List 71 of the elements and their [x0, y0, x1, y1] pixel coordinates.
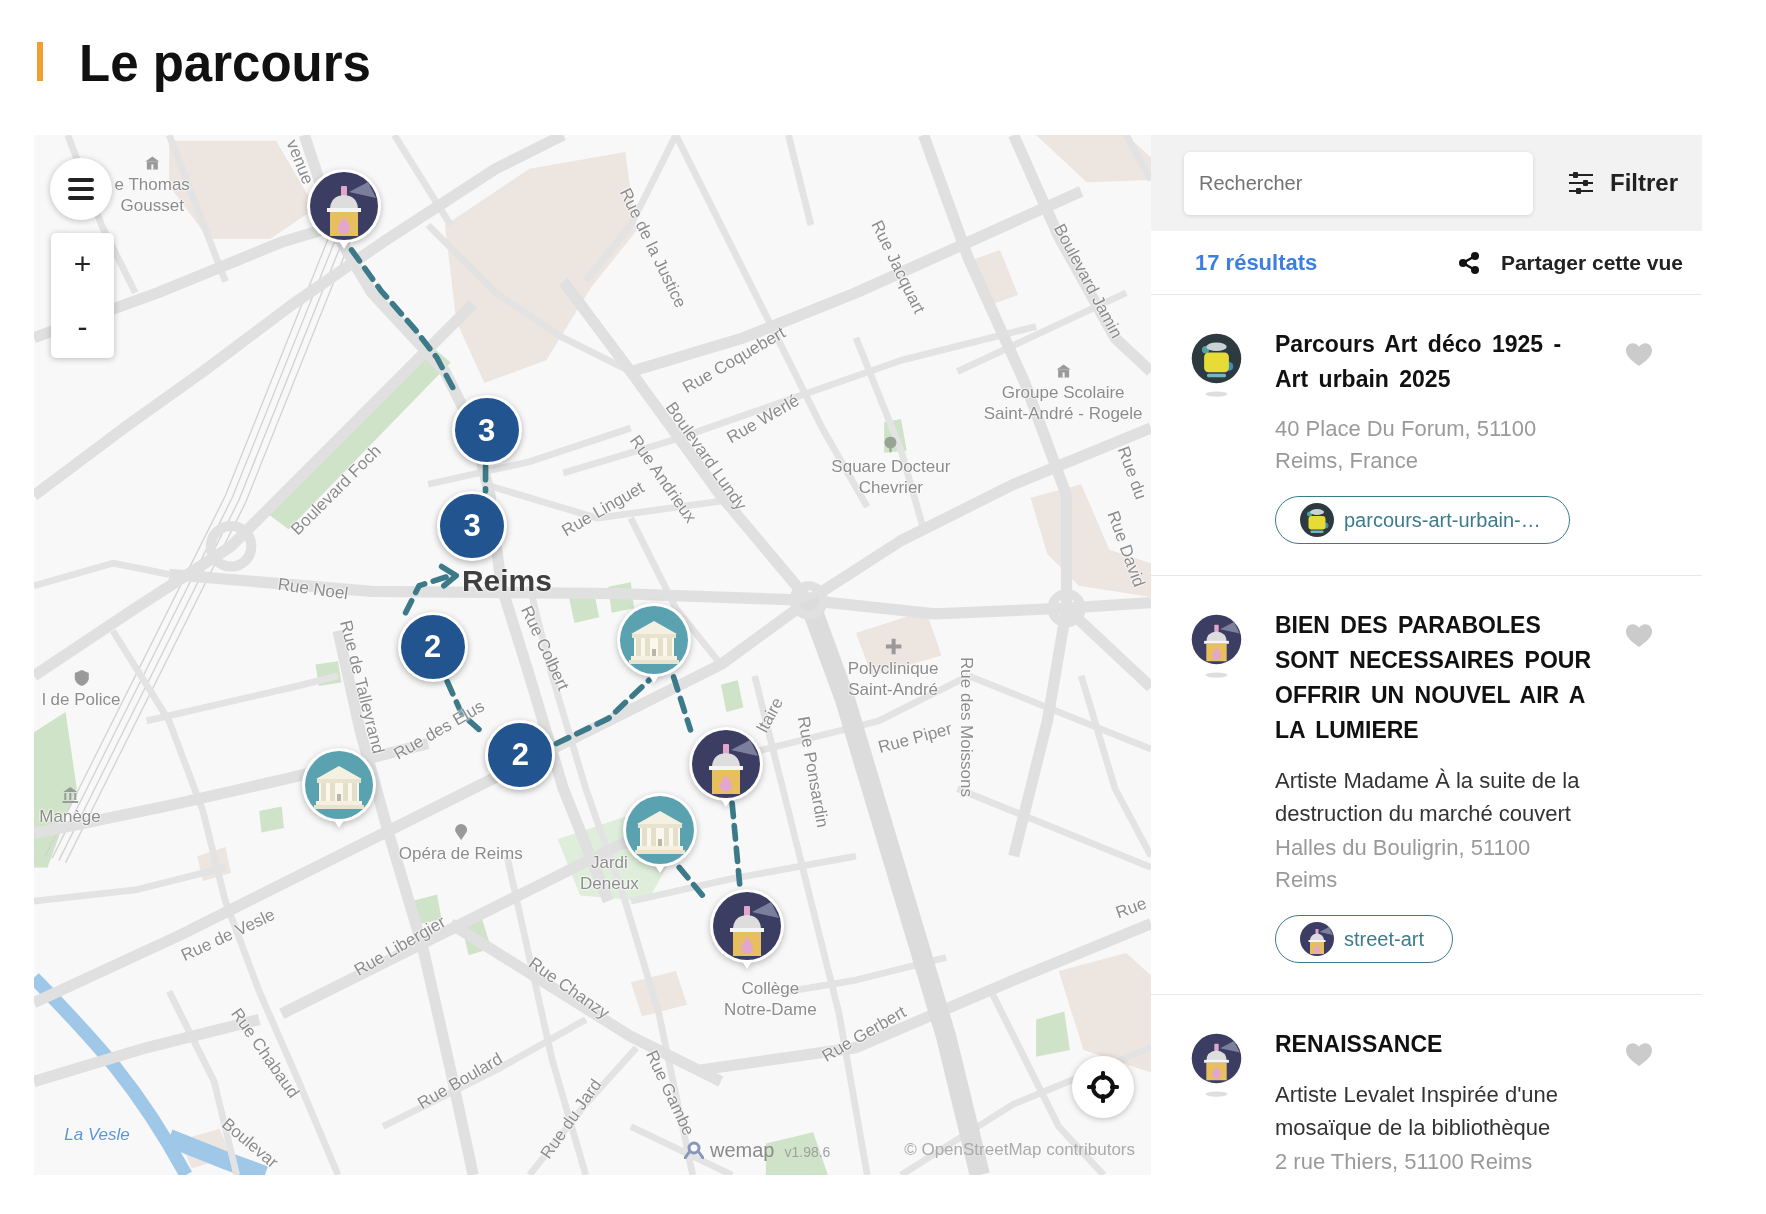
accent-bar — [37, 42, 43, 81]
park-area — [1036, 1011, 1070, 1057]
result-address: Halles du Bouligrin, 51100 Reims — [1275, 834, 1532, 894]
place-label: Polyclinique Saint-André — [847, 657, 939, 700]
result-title[interactable]: Parcours Art déco 1925 - Art urbain 2025 — [1275, 327, 1593, 397]
result-address: 2 rue Thiers, 51100 Reims — [1275, 1148, 1534, 1176]
map-credit: © OpenStreetMap contributors — [904, 1140, 1135, 1159]
place-label: e Thomas Gousset — [114, 173, 190, 216]
zoom-out-button[interactable]: - — [51, 295, 114, 358]
result-title[interactable]: BIEN DES PARABOLES SONT NECESSAIRES POUR OFFRIR UN NOUVEL AIR A LA LUMIERE — [1275, 608, 1593, 748]
roundabout — [205, 520, 257, 572]
street-label: venue — [282, 137, 318, 188]
category-tag[interactable]: street-art — [1275, 915, 1454, 963]
heart-icon[interactable] — [1626, 624, 1652, 647]
house-icon — [144, 154, 161, 171]
street-label: Rue des Elus — [390, 696, 488, 764]
place-label: Opéra de Reims — [398, 842, 523, 864]
location-pin-icon — [452, 823, 469, 840]
street-label: Rue Piper — [875, 718, 954, 757]
city-label: Reims — [461, 564, 552, 599]
result-description: Artiste Madame À la suite de la destruction du marché couvert — [1275, 767, 1581, 828]
filter-button[interactable]: Filtrer — [1569, 169, 1678, 197]
street-label: ltaire — [753, 694, 788, 736]
category-tag[interactable]: parcours-art-urbain-… — [1275, 496, 1570, 544]
street-label: Rue de Vesle — [177, 905, 278, 965]
place-label: Jardi Deneux — [580, 852, 639, 894]
menu-icon — [68, 178, 94, 200]
place-label: Manège — [39, 805, 101, 827]
shield-icon — [73, 670, 90, 687]
house-icon — [1055, 362, 1072, 379]
spray-can-icon — [1300, 922, 1334, 956]
search-field[interactable]: Rechercher — [1184, 151, 1533, 215]
roundabout — [1047, 589, 1086, 628]
locate-crosshair-icon — [1086, 1070, 1120, 1104]
park-area — [315, 661, 342, 686]
building-footprint — [197, 847, 232, 881]
park-area — [259, 806, 284, 833]
place-label: Square Docteur Chevrier — [831, 455, 951, 498]
river-label: La Vesle — [64, 1124, 130, 1144]
street-label: Rue des Moissons — [956, 656, 976, 797]
place-label: Collège Notre-Dame — [724, 978, 817, 1021]
brand-name: wemap — [710, 1139, 775, 1161]
logo-icon — [684, 1141, 704, 1159]
heart-icon[interactable] — [1626, 343, 1652, 366]
museum-icon — [62, 786, 79, 803]
result-description: Artiste Levalet Inspirée d'une mosaïque de la bibliothèque — [1275, 1081, 1560, 1142]
street-label: Rue David — [1103, 507, 1149, 590]
version-label: v1.98.6 — [784, 1144, 831, 1160]
zoom-in-button[interactable]: + — [51, 233, 114, 296]
logo-icon — [1300, 503, 1334, 537]
tree-icon — [882, 436, 899, 453]
place-label: l de Police — [42, 689, 121, 711]
heart-icon[interactable] — [1626, 1043, 1652, 1066]
street-label: Rue du — [1113, 444, 1151, 503]
sliders-icon — [1569, 172, 1593, 194]
results-count: 17 résultats — [1195, 249, 1318, 276]
result-title[interactable]: RENAISSANCE — [1275, 1027, 1593, 1062]
street-label: Rue — [1112, 893, 1149, 923]
cross-icon — [885, 638, 902, 655]
museum-pin-icon[interactable] — [615, 600, 694, 685]
street-label: Rue Noel — [276, 574, 350, 604]
park-area — [608, 582, 635, 613]
share-icon — [1458, 251, 1479, 274]
place-label: Groupe Scolaire Saint-André - Rogele — [983, 381, 1143, 424]
building-footprint — [630, 971, 688, 1017]
spray-can-pin-icon[interactable] — [707, 887, 786, 971]
park-area — [720, 680, 744, 712]
street-label: Rue Ponsardin — [794, 714, 833, 829]
roundabout — [789, 581, 828, 620]
share-button[interactable]: Partager cette vue — [1458, 250, 1683, 275]
result-address: 40 Place Du Forum, 51100 Reims, France — [1275, 415, 1538, 475]
